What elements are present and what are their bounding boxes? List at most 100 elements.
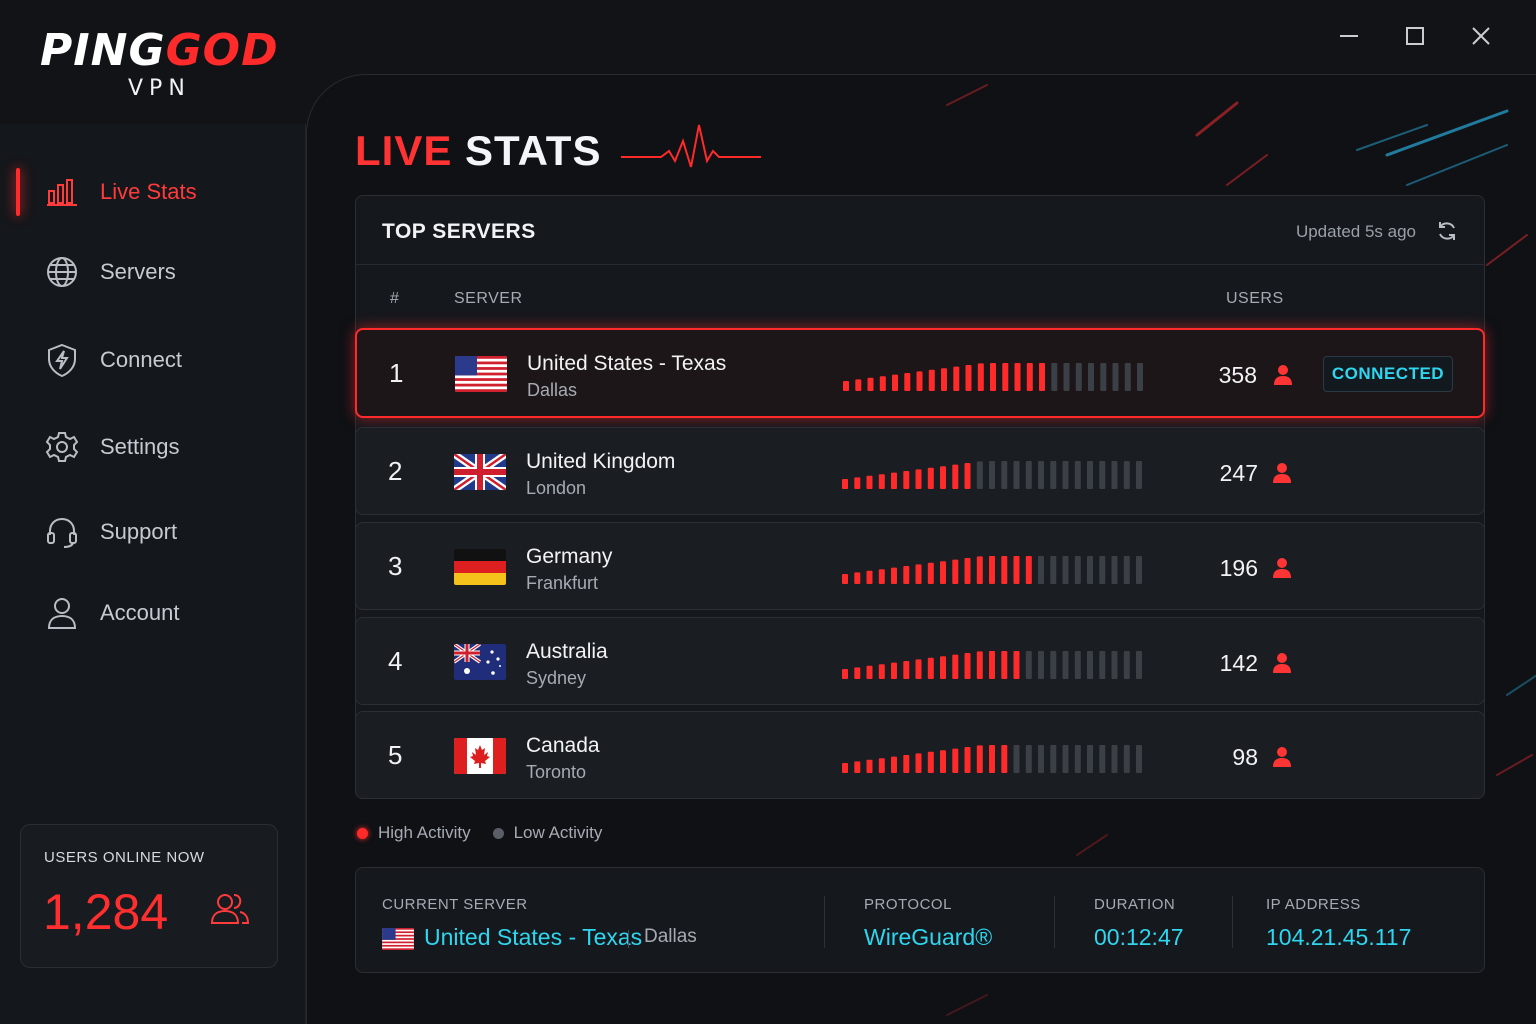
sidebar-item-connect[interactable]: Connect bbox=[0, 330, 306, 390]
activity-bars bbox=[842, 461, 1142, 489]
activity-bar-inactive bbox=[1038, 651, 1044, 679]
activity-bar-active bbox=[952, 748, 959, 773]
top-servers-title: TOP SERVERS bbox=[382, 220, 536, 243]
activity-bar-inactive bbox=[1137, 363, 1143, 391]
activity-bar-inactive bbox=[1123, 651, 1130, 679]
column-header-rank: # bbox=[390, 290, 400, 307]
server-row[interactable]: 1 United States - Texas Dallas 358 CONNECTED bbox=[355, 328, 1485, 418]
window-controls bbox=[1316, 18, 1514, 54]
server-country: Canada bbox=[526, 734, 600, 757]
maximize-button[interactable] bbox=[1382, 18, 1448, 54]
ip-address-label: IP ADDRESS bbox=[1266, 896, 1361, 913]
activity-bar-active bbox=[976, 745, 983, 773]
activity-bar-inactive bbox=[1063, 363, 1070, 391]
activity-bar-active bbox=[976, 556, 983, 584]
activity-bar-active bbox=[867, 377, 874, 391]
activity-bar-inactive bbox=[1051, 363, 1058, 391]
activity-bar-inactive bbox=[976, 461, 983, 489]
current-server-label: CURRENT SERVER bbox=[382, 896, 528, 913]
minimize-button[interactable] bbox=[1316, 18, 1382, 54]
activity-bar-active bbox=[903, 661, 910, 679]
activity-bar-active bbox=[878, 474, 885, 489]
server-row[interactable]: 2 United Kingdom London 247 bbox=[355, 427, 1485, 515]
activity-bar-active bbox=[964, 747, 971, 773]
sidebar-item-label: Settings bbox=[100, 434, 180, 459]
sidebar-item-account[interactable]: Account bbox=[0, 583, 306, 643]
active-indicator bbox=[16, 168, 20, 216]
sidebar-item-label: Support bbox=[100, 519, 178, 544]
sidebar-item-servers[interactable]: Servers bbox=[0, 242, 306, 302]
refresh-button[interactable] bbox=[1436, 220, 1458, 247]
ip-address-value: 104.21.45.117 bbox=[1266, 924, 1412, 950]
brand-sub: VPN bbox=[128, 76, 191, 101]
user-icon bbox=[1272, 557, 1292, 584]
sidebar-item-live-stats[interactable]: Live Stats bbox=[0, 162, 306, 222]
server-city: London bbox=[526, 478, 587, 498]
us-flag-icon bbox=[382, 928, 414, 950]
activity-bar-inactive bbox=[1074, 556, 1081, 584]
server-users: 196 bbox=[1219, 555, 1258, 581]
close-button[interactable] bbox=[1448, 18, 1514, 54]
activity-bar-active bbox=[843, 381, 849, 391]
server-row[interactable]: 4 Australia Sydney 142 bbox=[355, 617, 1485, 705]
page-title-white: STATS bbox=[465, 127, 602, 174]
activity-bar-inactive bbox=[1038, 461, 1044, 489]
activity-bar-inactive bbox=[1074, 461, 1081, 489]
sidebar-item-support[interactable]: Support bbox=[0, 502, 306, 562]
headset-icon bbox=[44, 514, 80, 550]
server-row[interactable]: 3 Germany Frankfurt 196 bbox=[355, 522, 1485, 610]
activity-bar-active bbox=[1002, 363, 1009, 391]
server-country: Germany bbox=[526, 545, 613, 568]
activity-bar-active bbox=[915, 469, 922, 489]
activity-bar-active bbox=[891, 472, 897, 489]
server-city: Sydney bbox=[526, 668, 587, 688]
activity-bars bbox=[842, 745, 1142, 773]
de-flag-icon bbox=[454, 549, 506, 585]
activity-bar-active bbox=[891, 567, 897, 584]
activity-bar-inactive bbox=[1112, 363, 1119, 391]
low-activity-dot bbox=[492, 827, 504, 839]
globe-icon bbox=[44, 254, 80, 290]
sidebar-item-label: Servers bbox=[100, 259, 176, 284]
activity-bars bbox=[842, 651, 1142, 679]
column-header-users: USERS bbox=[1226, 290, 1284, 307]
refresh-icon bbox=[1439, 222, 1455, 240]
activity-bar-inactive bbox=[1025, 651, 1032, 679]
activity-bar-inactive bbox=[1136, 651, 1142, 679]
activity-bar-inactive bbox=[1136, 556, 1142, 584]
protocol-label: PROTOCOL bbox=[864, 896, 952, 913]
activity-bar-active bbox=[927, 657, 934, 679]
activity-bar-active bbox=[915, 753, 922, 773]
activity-bar-active bbox=[989, 651, 995, 679]
activity-bar-inactive bbox=[1062, 745, 1069, 773]
activity-bar-active bbox=[842, 574, 848, 584]
activity-bar-active bbox=[892, 374, 898, 391]
country-flag bbox=[454, 644, 506, 680]
country-flag bbox=[455, 356, 507, 392]
user-icon bbox=[1272, 746, 1292, 773]
uk-flag-icon bbox=[454, 454, 506, 490]
activity-bar-inactive bbox=[1013, 461, 1020, 489]
activity-bar-inactive bbox=[1123, 461, 1130, 489]
sidebar-item-settings[interactable]: Settings bbox=[0, 417, 306, 477]
activity-bar-active bbox=[964, 558, 971, 584]
activity-bar-active bbox=[927, 562, 934, 584]
activity-bar-active bbox=[941, 368, 947, 391]
server-country: United States - Texas bbox=[527, 352, 727, 375]
activity-bar-inactive bbox=[1111, 556, 1118, 584]
page-title: LIVE STATS bbox=[355, 127, 601, 175]
app-logo: PINGGOD VPN bbox=[40, 26, 290, 106]
activity-bar-active bbox=[976, 651, 983, 679]
activity-bar-inactive bbox=[1099, 461, 1106, 489]
activity-bar-active bbox=[952, 559, 959, 584]
sidebar-item-label: Live Stats bbox=[100, 179, 197, 204]
activity-bar-inactive bbox=[1025, 461, 1032, 489]
activity-bar-inactive bbox=[1013, 745, 1020, 773]
activity-bar-inactive bbox=[1062, 556, 1069, 584]
activity-bar-inactive bbox=[1075, 363, 1082, 391]
connected-badge: CONNECTED bbox=[1323, 356, 1453, 392]
server-row[interactable]: 5 Canada Toronto 98 bbox=[355, 711, 1485, 799]
activity-bar-active bbox=[854, 477, 861, 489]
close-icon bbox=[1472, 27, 1490, 45]
country-flag bbox=[454, 454, 506, 490]
